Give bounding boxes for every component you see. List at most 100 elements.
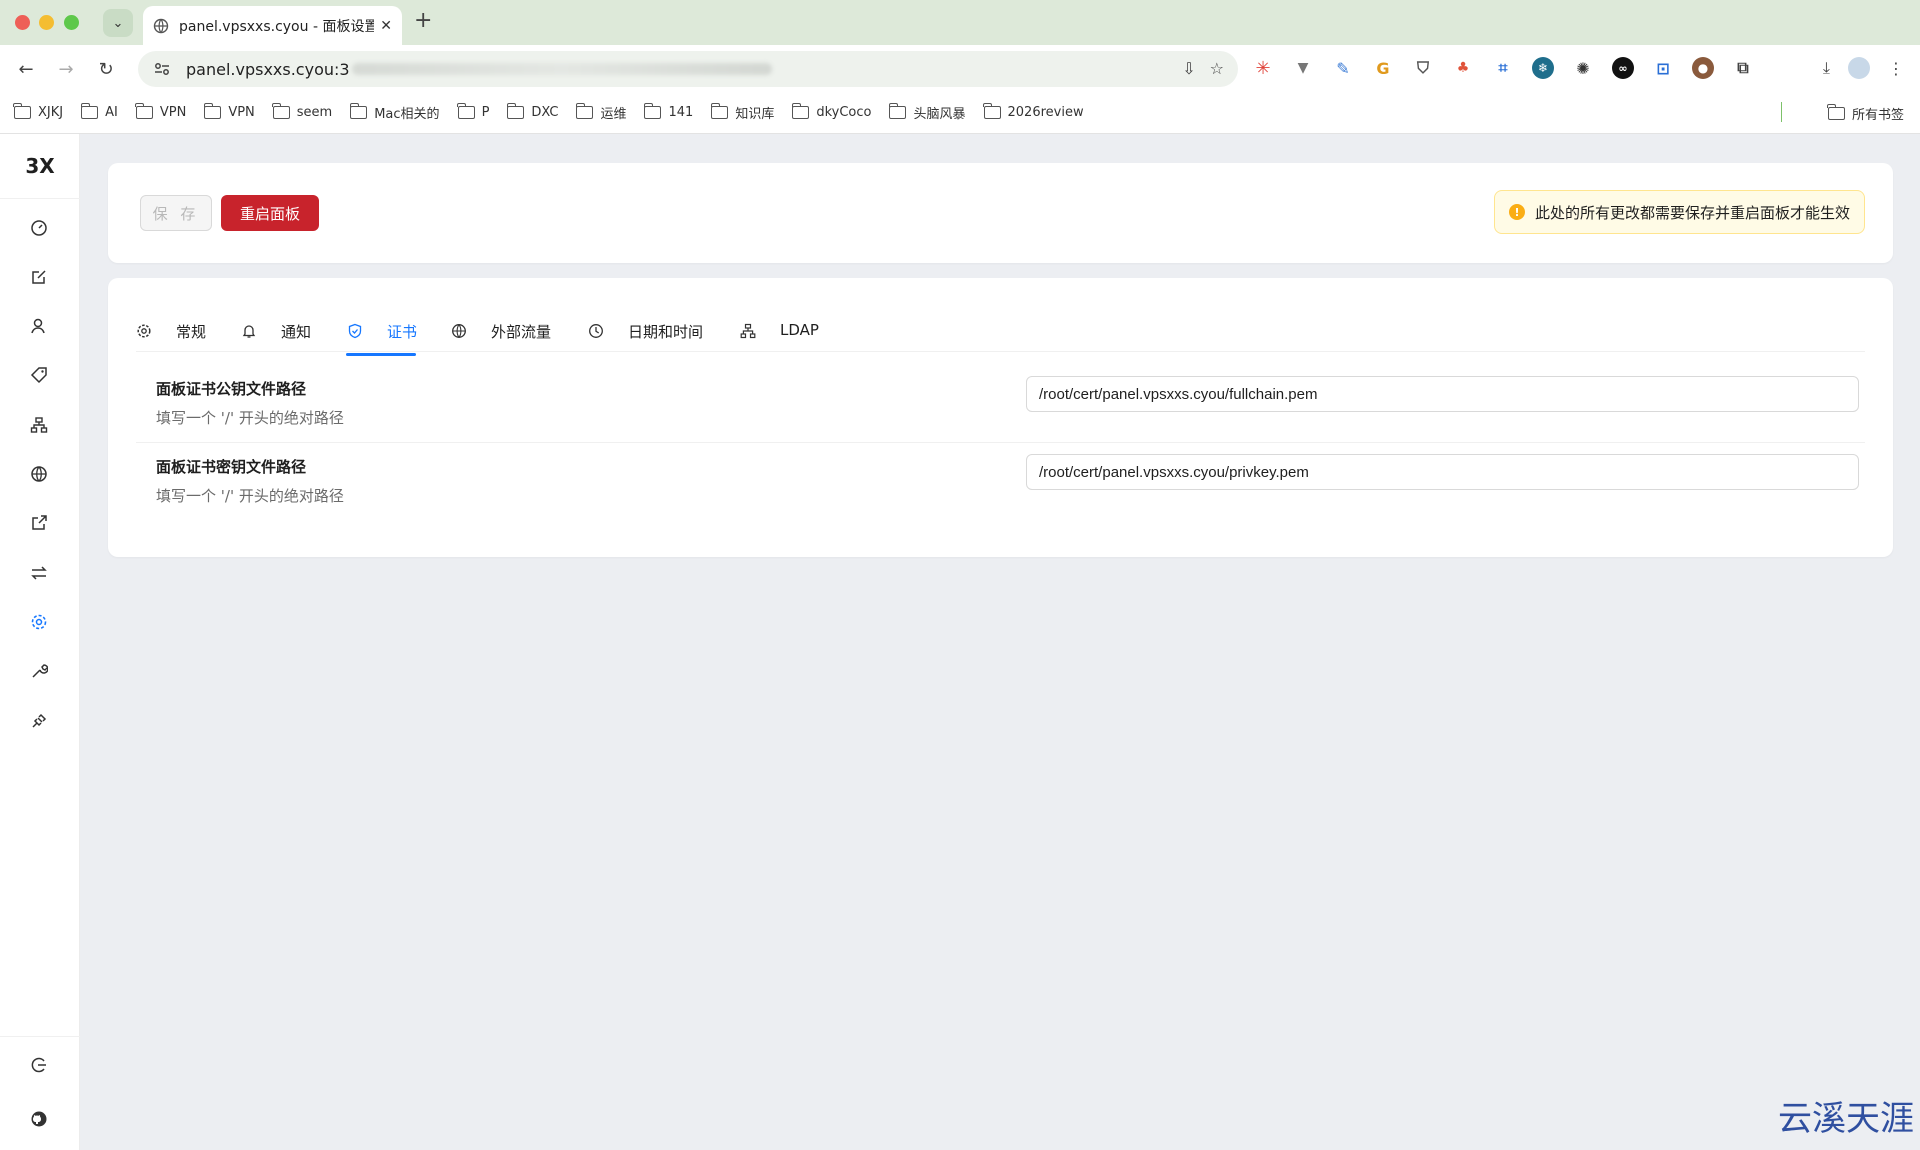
extension-infinity-icon[interactable]: ∞ [1612, 57, 1634, 79]
folder-icon [888, 103, 907, 119]
bookmark-folder[interactable]: 2026review [982, 103, 1084, 120]
clients-icon[interactable] [28, 315, 50, 337]
globe-icon [153, 18, 169, 33]
tab-certificates[interactable]: 证书 [347, 318, 417, 352]
tools-icon[interactable] [28, 660, 50, 682]
bookmark-folder[interactable]: 知识库 [710, 103, 774, 122]
settings-tabs: 常规 通知 证书 外部流量 日期和时间 LDAP [136, 318, 1865, 352]
dashboard-icon[interactable] [28, 216, 50, 238]
setting-row-cert-public: 面板证书公钥文件路径 填写一个 '/' 开头的绝对路径 [136, 366, 1865, 443]
window-close-button[interactable] [15, 15, 30, 30]
folder-icon [791, 103, 810, 119]
bookmark-folder[interactable]: 运维 [575, 103, 626, 122]
folder-icon [272, 103, 290, 119]
tab-ldap[interactable]: LDAP [740, 318, 819, 352]
extension-openai-icon[interactable]: ✺ [1572, 57, 1594, 79]
tab-title: panel.vpsxxs.cyou - 面板设置 [179, 18, 375, 35]
watermark: 云溪天涯 [1778, 1099, 1914, 1139]
browser-tab[interactable]: panel.vpsxxs.cyou - 面板设置 ✕ [143, 6, 402, 45]
cert-public-key-path-input[interactable] [1026, 376, 1859, 412]
xray-icon[interactable] [28, 710, 50, 732]
extension-snow-icon[interactable]: ❄ [1532, 57, 1554, 79]
folder-icon [456, 103, 475, 119]
extension-v-icon[interactable]: ▼ [1292, 57, 1314, 79]
folder-icon [349, 103, 368, 119]
export-icon[interactable] [28, 512, 50, 534]
setting-title: 面板证书公钥文件路径 [156, 380, 307, 398]
window-zoom-button[interactable] [64, 15, 79, 30]
nodes-icon[interactable] [28, 414, 50, 436]
warning-icon: ! [1508, 204, 1525, 220]
logout-icon[interactable] [28, 1054, 50, 1076]
folder-icon [13, 103, 31, 119]
globe-icon[interactable] [28, 463, 50, 485]
bookmark-folder[interactable]: dkyCoco [791, 103, 871, 120]
extension-tree-icon[interactable]: ♣ [1452, 57, 1474, 79]
bookmark-folder[interactable]: VPN [203, 103, 255, 120]
tag-icon[interactable] [28, 364, 50, 386]
new-tab-button[interactable]: + [414, 8, 432, 33]
all-bookmarks-button[interactable]: 所有书签 [1827, 104, 1904, 123]
tab-close-icon[interactable]: ✕ [380, 18, 392, 34]
gear-icon [137, 324, 151, 338]
save-button[interactable]: 保 存 [140, 195, 212, 231]
forward-button[interactable]: → [52, 55, 80, 83]
bookmarks-bar: XJKJ AI VPN VPN seem Mac相关的 P DXC 运维 141… [0, 92, 1920, 134]
shield-icon [348, 323, 362, 339]
bookmark-folder[interactable]: XJKJ [13, 103, 63, 120]
tab-datetime[interactable]: 日期和时间 [588, 318, 703, 352]
extension-shield-icon[interactable]: ⛉ [1412, 57, 1434, 79]
bookmark-folder[interactable]: 头脑风暴 [888, 103, 966, 122]
setting-description: 填写一个 '/' 开头的绝对路径 [156, 487, 344, 505]
swap-icon[interactable] [28, 562, 50, 584]
bookmark-folder[interactable]: DXC [506, 103, 558, 120]
folder-icon [203, 103, 222, 119]
download-icon[interactable]: ⤓ [1823, 58, 1830, 78]
folder-icon [506, 103, 525, 119]
extensions-row: ✳ ▼ ✎ G ⛉ ♣ ⌗ ❄ ✺ ∞ ⊡ ● ⧉ [1252, 57, 1754, 79]
bookmark-star-icon[interactable]: ☆ [1210, 59, 1224, 78]
bookmark-folder[interactable]: seem [272, 103, 332, 120]
folder-icon [135, 103, 153, 119]
install-app-icon[interactable]: ⇩ [1182, 59, 1195, 78]
window-minimize-button[interactable] [39, 15, 54, 30]
settings-icon[interactable] [28, 611, 50, 633]
bookmark-folder[interactable]: 141 [643, 103, 693, 120]
clock-icon [589, 324, 603, 338]
extension-pen-icon[interactable]: ✎ [1332, 57, 1354, 79]
profile-avatar[interactable] [1848, 57, 1870, 79]
browser-toolbar: ← → ↻ panel.vpsxxs.cyou:3 ⇩ ☆ ✳ ▼ ✎ G ⛉ … [0, 45, 1920, 92]
tab-notifications[interactable]: 通知 [241, 318, 311, 352]
address-bar[interactable]: panel.vpsxxs.cyou:3 ⇩ ☆ [138, 51, 1238, 87]
tab-general[interactable]: 常规 [136, 318, 206, 352]
browser-titlebar: ⌄ panel.vpsxxs.cyou - 面板设置 ✕ + [0, 0, 1920, 45]
inbounds-icon[interactable] [28, 266, 50, 288]
github-icon[interactable] [28, 1108, 50, 1130]
extension-g-icon[interactable]: G [1372, 57, 1394, 79]
site-info-icon[interactable] [152, 59, 172, 79]
reload-button[interactable]: ↻ [92, 55, 120, 83]
tab-search-button[interactable]: ⌄ [103, 9, 133, 37]
folder-icon [575, 103, 594, 119]
restart-panel-button[interactable]: 重启面板 [221, 195, 319, 231]
extension-scan-icon[interactable]: ⌗ [1492, 57, 1514, 79]
extensions-puzzle-icon[interactable]: ⧉ [1732, 57, 1754, 79]
menu-kebab-icon[interactable]: ⋮ [1888, 59, 1904, 78]
settings-card: 常规 通知 证书 外部流量 日期和时间 LDAP 面板证书公钥文件路径 填写一个… [108, 278, 1893, 557]
tab-external-traffic[interactable]: 外部流量 [451, 318, 551, 352]
brand-logo: 3X [25, 154, 55, 178]
actions-card: 保 存 重启面板 ! 此处的所有更改都需要保存并重启面板才能生效 [108, 163, 1893, 263]
bookmark-folder[interactable]: AI [80, 103, 118, 120]
bookmark-folder[interactable]: VPN [135, 103, 186, 120]
bookmark-folder[interactable]: Mac相关的 [349, 103, 440, 122]
cert-private-key-path-input[interactable] [1026, 454, 1859, 490]
back-button[interactable]: ← [12, 55, 40, 83]
extension-asterisk-icon[interactable]: ✳ [1252, 57, 1274, 79]
setting-row-cert-private: 面板证书密钥文件路径 填写一个 '/' 开头的绝对路径 [136, 444, 1865, 521]
url-blurred [351, 63, 772, 75]
bell-icon [242, 325, 256, 338]
bookmark-folder[interactable]: P [456, 103, 489, 120]
extension-bag-icon[interactable]: ⊡ [1652, 57, 1674, 79]
extension-cookie-icon[interactable]: ● [1692, 57, 1714, 79]
sidebar-divider [0, 1036, 80, 1037]
